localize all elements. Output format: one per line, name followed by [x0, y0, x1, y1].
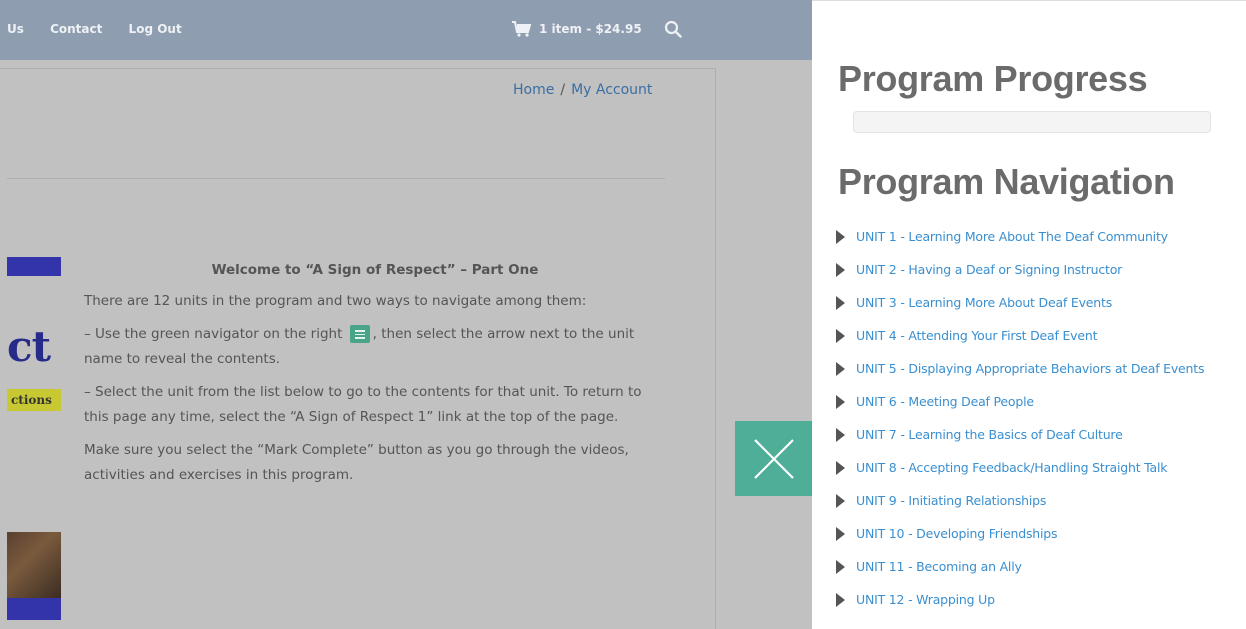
unit-item: UNIT 9 - Initiating Relationships — [836, 484, 1204, 517]
breadcrumb-current[interactable]: My Account — [571, 82, 652, 98]
banner-label-fragment: ctions — [7, 389, 61, 411]
step-1-text-before: – Use the green navigator on the right — [84, 326, 343, 342]
banner-blue-band-top — [7, 257, 61, 276]
welcome-note: Make sure you select the “Mark Complete”… — [84, 442, 629, 483]
caret-right-icon[interactable] — [836, 229, 845, 244]
unit-list: UNIT 1 - Learning More About The Deaf Co… — [836, 220, 1204, 616]
unit-item: UNIT 7 - Learning the Basics of Deaf Cul… — [836, 418, 1204, 451]
program-progress-title: Program Progress — [838, 58, 1148, 99]
unit-link-4[interactable]: UNIT 4 - Attending Your First Deaf Event — [856, 328, 1097, 343]
nav-link-us[interactable]: Us — [7, 22, 24, 36]
unit-item: UNIT 3 - Learning More About Deaf Events — [836, 286, 1204, 319]
unit-item: UNIT 2 - Having a Deaf or Signing Instru… — [836, 253, 1204, 286]
unit-item: UNIT 11 - Becoming an Ally — [836, 550, 1204, 583]
welcome-step-1: – Use the green navigator on the right ,… — [84, 322, 666, 372]
top-navigation-bar: Us Contact Log Out 1 item - $24.95 — [0, 0, 812, 60]
unit-link-6[interactable]: UNIT 6 - Meeting Deaf People — [856, 394, 1034, 409]
unit-link-12[interactable]: UNIT 12 - Wrapping Up — [856, 592, 995, 607]
unit-item: UNIT 8 - Accepting Feedback/Handling Str… — [836, 451, 1204, 484]
cart-summary[interactable]: 1 item - $24.95 — [512, 21, 642, 37]
close-icon — [753, 438, 794, 479]
banner-title-fragment: ct — [7, 322, 51, 371]
caret-right-icon[interactable] — [836, 460, 845, 475]
caret-right-icon[interactable] — [836, 427, 845, 442]
unit-link-10[interactable]: UNIT 10 - Developing Friendships — [856, 526, 1058, 541]
welcome-text: Welcome to “A Sign of Respect” – Part On… — [84, 258, 666, 496]
program-navigation-title: Program Navigation — [838, 161, 1175, 202]
unit-link-5[interactable]: UNIT 5 - Displaying Appropriate Behavior… — [856, 361, 1204, 376]
unit-link-2[interactable]: UNIT 2 - Having a Deaf or Signing Instru… — [856, 262, 1122, 277]
caret-right-icon[interactable] — [836, 295, 845, 310]
banner-blue-band-bottom — [7, 598, 61, 620]
program-progress-bar — [853, 111, 1211, 133]
close-panel-button[interactable] — [735, 421, 812, 496]
caret-right-icon[interactable] — [836, 262, 845, 277]
unit-item: UNIT 4 - Attending Your First Deaf Event — [836, 319, 1204, 352]
program-navigation-panel: Program Progress Program Navigation UNIT… — [812, 0, 1246, 629]
breadcrumb: Home / My Account — [513, 82, 652, 98]
unit-item: UNIT 10 - Developing Friendships — [836, 517, 1204, 550]
breadcrumb-separator: / — [560, 82, 566, 98]
unit-item: UNIT 6 - Meeting Deaf People — [836, 385, 1204, 418]
breadcrumb-home[interactable]: Home — [513, 82, 554, 98]
welcome-intro: There are 12 units in the program and tw… — [84, 293, 587, 309]
top-nav-links: Us Contact Log Out — [7, 22, 204, 36]
caret-right-icon[interactable] — [836, 559, 845, 574]
cart-icon — [512, 21, 532, 37]
unit-link-7[interactable]: UNIT 7 - Learning the Basics of Deaf Cul… — [856, 427, 1123, 442]
course-page-overlay: Us Contact Log Out 1 item - $24.95 Home /… — [0, 0, 812, 629]
navigator-icon — [349, 325, 370, 343]
divider — [7, 178, 665, 179]
caret-right-icon[interactable] — [836, 361, 845, 376]
caret-right-icon[interactable] — [836, 493, 845, 508]
unit-link-11[interactable]: UNIT 11 - Becoming an Ally — [856, 559, 1022, 574]
unit-item: UNIT 1 - Learning More About The Deaf Co… — [836, 220, 1204, 253]
welcome-heading: Welcome to “A Sign of Respect” – Part On… — [211, 262, 539, 278]
caret-right-icon[interactable] — [836, 328, 845, 343]
cart-label: 1 item - $24.95 — [539, 22, 642, 36]
search-icon[interactable] — [664, 20, 682, 38]
caret-right-icon[interactable] — [836, 592, 845, 607]
nav-link-contact[interactable]: Contact — [50, 22, 102, 36]
unit-link-1[interactable]: UNIT 1 - Learning More About The Deaf Co… — [856, 229, 1168, 244]
unit-link-8[interactable]: UNIT 8 - Accepting Feedback/Handling Str… — [856, 460, 1168, 475]
unit-link-9[interactable]: UNIT 9 - Initiating Relationships — [856, 493, 1046, 508]
nav-link-logout[interactable]: Log Out — [129, 22, 182, 36]
unit-item: UNIT 12 - Wrapping Up — [836, 583, 1204, 616]
unit-link-3[interactable]: UNIT 3 - Learning More About Deaf Events — [856, 295, 1112, 310]
banner-photo — [7, 532, 61, 598]
caret-right-icon[interactable] — [836, 526, 845, 541]
unit-item: UNIT 5 - Displaying Appropriate Behavior… — [836, 352, 1204, 385]
program-banner-image: ct ctions — [7, 257, 61, 620]
caret-right-icon[interactable] — [836, 394, 845, 409]
welcome-step-2: – Select the unit from the list below to… — [84, 384, 642, 425]
